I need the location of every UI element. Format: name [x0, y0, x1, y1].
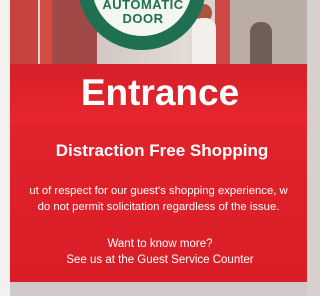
photo-left-edge — [0, 0, 10, 296]
sign-body-text: ut of respect for our guest's shopping e… — [29, 185, 288, 213]
sign-bottom-edge — [10, 282, 307, 296]
automatic-door-text: AUTOMATIC DOOR — [102, 0, 184, 26]
sign-subtitle: Distraction Free Shopping — [55, 141, 269, 160]
sign-title: Entrance — [80, 72, 240, 113]
photo-scene: AUTOMATIC DOOR Entrance Distraction Free… — [0, 0, 307, 296]
sign-call-to-action: Want to know more? See us at the Guest S… — [66, 238, 254, 266]
